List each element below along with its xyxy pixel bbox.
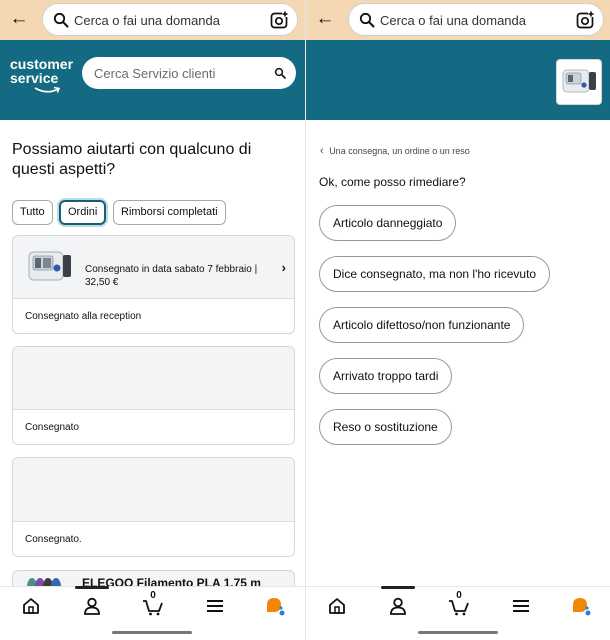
- home-icon[interactable]: [326, 595, 348, 617]
- selected-product-thumbnail[interactable]: [556, 59, 602, 105]
- chevron-right-icon[interactable]: ›: [282, 260, 286, 275]
- search-icon[interactable]: [274, 67, 286, 79]
- filter-chip-tutto[interactable]: Tutto: [12, 200, 53, 225]
- top-bar: ← Cerca o fai una domanda: [306, 0, 610, 40]
- option-return-replace[interactable]: Reso o sostituzione: [319, 409, 452, 445]
- home-icon[interactable]: [20, 595, 42, 617]
- search-placeholder: Cerca o fai una domanda: [74, 13, 220, 28]
- customer-service-search-input[interactable]: Cerca Servizio clienti: [82, 57, 296, 89]
- blood-pressure-monitor-image: [562, 69, 596, 93]
- active-tab-indicator: [75, 586, 109, 589]
- order-card[interactable]: Consegnato: [12, 346, 295, 445]
- bottom-navigation: 0: [0, 586, 305, 640]
- account-icon[interactable]: [387, 595, 409, 617]
- right-screen: ← Cerca o fai una domanda ‹ Una consegna…: [305, 0, 610, 640]
- page-title: Possiamo aiutarti con qualcuno di questi…: [12, 141, 252, 178]
- order-card[interactable]: Consegnato.: [12, 457, 295, 557]
- search-bar[interactable]: Cerca o fai una domanda: [42, 3, 298, 36]
- breadcrumb[interactable]: ‹ Una consegna, un ordine o un reso: [320, 145, 470, 157]
- filter-chip-ordini[interactable]: Ordini: [59, 200, 107, 225]
- top-bar: ← Cerca o fai una domanda: [0, 0, 305, 40]
- home-gesture-bar: [112, 631, 192, 634]
- chevron-left-icon: ‹: [320, 145, 324, 157]
- blood-pressure-monitor-image: [28, 251, 71, 281]
- left-screen: ← Cerca o fai una domanda customer servi…: [0, 0, 305, 640]
- cart-count: 0: [150, 590, 156, 601]
- rufus-assistant-icon[interactable]: [570, 595, 592, 617]
- active-tab-indicator: [381, 586, 415, 589]
- back-arrow-icon[interactable]: ←: [8, 8, 30, 30]
- camera-search-icon[interactable]: [575, 10, 595, 30]
- option-arrived-late[interactable]: Arrivato troppo tardi: [319, 358, 453, 394]
- menu-icon[interactable]: [204, 595, 226, 617]
- bottom-navigation: 0: [306, 586, 610, 640]
- option-damaged-item[interactable]: Articolo danneggiato: [319, 205, 457, 241]
- back-arrow-icon[interactable]: ←: [314, 8, 336, 30]
- option-defective-item[interactable]: Articolo difettoso/non funzionante: [319, 307, 525, 343]
- search-bar[interactable]: Cerca o fai una domanda: [348, 3, 604, 36]
- camera-search-icon[interactable]: [269, 10, 289, 30]
- search-placeholder: Cerca o fai una domanda: [380, 13, 526, 28]
- cs-search-placeholder: Cerca Servizio clienti: [94, 66, 216, 81]
- order-card-summary: Consegnato in data sabato 7 febbraio | 3…: [13, 236, 294, 298]
- order-status: Consegnato: [13, 409, 294, 444]
- amazon-smile-icon: [34, 86, 61, 93]
- order-status: Consegnato.: [13, 521, 294, 556]
- assistant-question: Ok, come posso rimediare?: [319, 175, 466, 189]
- option-not-received[interactable]: Dice consegnato, ma non l'ho ricevuto: [319, 256, 551, 292]
- customer-service-logo[interactable]: customer service: [10, 57, 73, 95]
- cart-count: 0: [456, 590, 462, 601]
- order-card-summary: [13, 458, 294, 521]
- order-status: Consegnato alla reception: [13, 298, 294, 333]
- filter-chip-rimborsi[interactable]: Rimborsi completati: [113, 200, 226, 225]
- order-card-summary: [13, 347, 294, 409]
- order-info: Consegnato in data sabato 7 febbraio | 3…: [85, 264, 258, 288]
- search-icon: [359, 12, 375, 28]
- account-icon[interactable]: [81, 595, 103, 617]
- breadcrumb-label: Una consegna, un ordine o un reso: [329, 146, 470, 156]
- order-card[interactable]: Consegnato in data sabato 7 febbraio | 3…: [12, 235, 295, 334]
- menu-icon[interactable]: [510, 595, 532, 617]
- rufus-assistant-icon[interactable]: [264, 595, 286, 617]
- search-icon: [53, 12, 69, 28]
- logo-line2: service: [10, 70, 59, 86]
- home-gesture-bar: [418, 631, 498, 634]
